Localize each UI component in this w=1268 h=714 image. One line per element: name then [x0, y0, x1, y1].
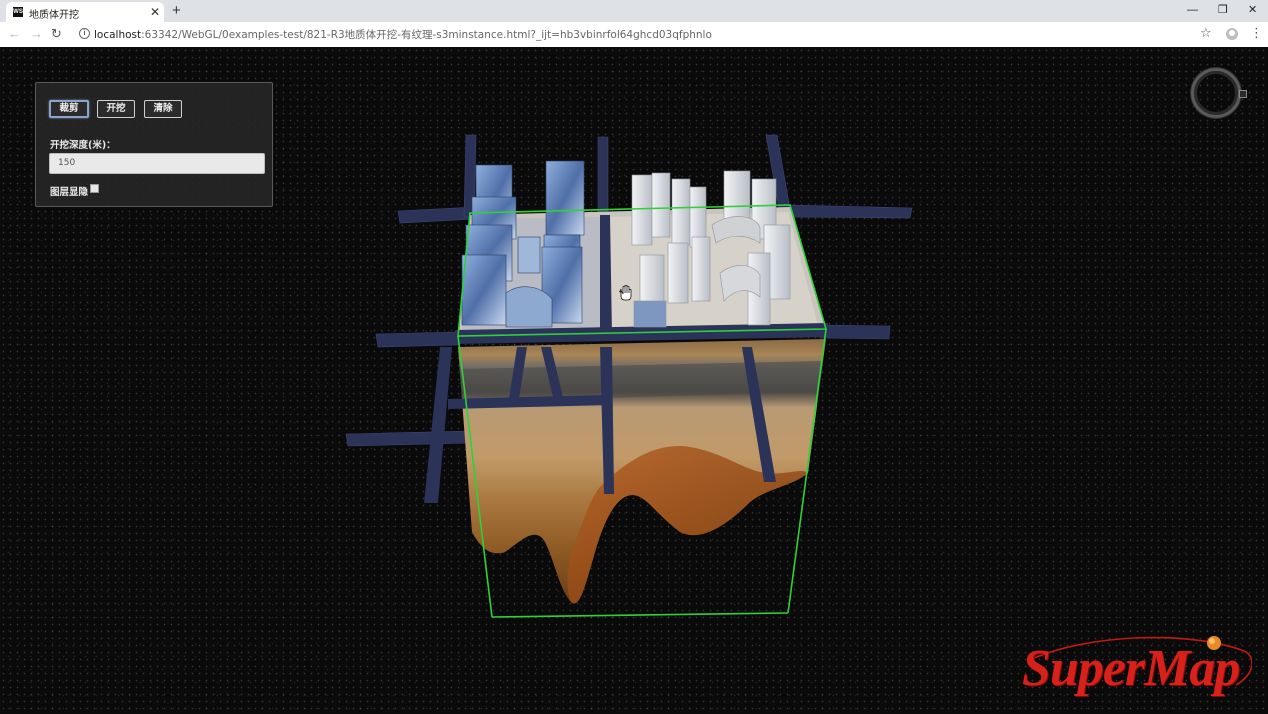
- tab-title: 地质体开挖: [29, 10, 79, 21]
- building: [671, 178, 691, 246]
- address-bar[interactable]: localhost:63342/WebGL/0examples-test/821…: [94, 27, 712, 42]
- browser-tab[interactable]: WS 地质体开挖 ✕: [6, 2, 164, 22]
- compass-icon[interactable]: [1191, 68, 1241, 118]
- clear-button[interactable]: 清除: [144, 100, 182, 118]
- plaza-canopy: [505, 286, 553, 328]
- browser-toolbar: ← → ↻ i localhost:63342/WebGL/0examples-…: [0, 22, 1268, 48]
- building: [631, 174, 653, 246]
- road-segment: [819, 324, 891, 340]
- tab-strip: WS 地质体开挖 ✕ + — ❐ ✕: [0, 0, 1268, 22]
- profile-icon[interactable]: [1226, 28, 1238, 40]
- road-segment: [345, 430, 471, 447]
- building: [545, 160, 585, 236]
- layer-visibility-checkbox[interactable]: [90, 184, 99, 193]
- building: [651, 172, 671, 238]
- back-icon[interactable]: ←: [8, 26, 21, 42]
- plus-icon[interactable]: +: [172, 3, 181, 18]
- road-segment: [789, 204, 913, 219]
- glass-towers: [461, 160, 585, 328]
- building: [517, 236, 541, 274]
- building: [633, 300, 667, 328]
- 3d-viewer[interactable]: 裁剪 开挖 清除 开挖深度(米)： 150 图层显隐 SuperMap: [0, 47, 1268, 714]
- road-segment: [375, 331, 459, 348]
- url-path: :63342/WebGL/0examples-test/821-R3地质体开挖-…: [141, 29, 712, 41]
- building: [691, 236, 711, 302]
- window-close-icon[interactable]: ✕: [1248, 3, 1257, 17]
- building: [461, 254, 507, 326]
- clip-button[interactable]: 裁剪: [49, 100, 89, 118]
- forward-icon[interactable]: →: [30, 26, 43, 42]
- compass-reset-icon[interactable]: [1239, 90, 1247, 98]
- building: [667, 242, 689, 304]
- star-icon[interactable]: ☆: [1200, 25, 1212, 41]
- url-host: localhost: [94, 29, 142, 41]
- layer-visibility-label: 图层显隐: [50, 187, 89, 198]
- depth-label: 开挖深度(米)：: [50, 140, 116, 151]
- menu-icon[interactable]: ⋮: [1250, 25, 1263, 41]
- logo-wordmark: SuperMap: [1022, 640, 1240, 697]
- excavate-button[interactable]: 开挖: [97, 100, 135, 118]
- excavation-control-panel: 裁剪 开挖 清除 开挖深度(米)： 150 图层显隐: [35, 82, 273, 207]
- minimize-icon[interactable]: —: [1187, 3, 1198, 17]
- road-segment: [597, 136, 609, 220]
- reload-icon[interactable]: ↻: [51, 26, 62, 42]
- supermap-logo: SuperMap: [1022, 635, 1252, 705]
- webstorm-favicon-icon: WS: [13, 7, 23, 17]
- depth-input[interactable]: 150: [49, 153, 265, 174]
- restore-icon[interactable]: ❐: [1218, 3, 1228, 17]
- close-icon[interactable]: ✕: [150, 5, 160, 19]
- info-icon[interactable]: i: [79, 28, 90, 39]
